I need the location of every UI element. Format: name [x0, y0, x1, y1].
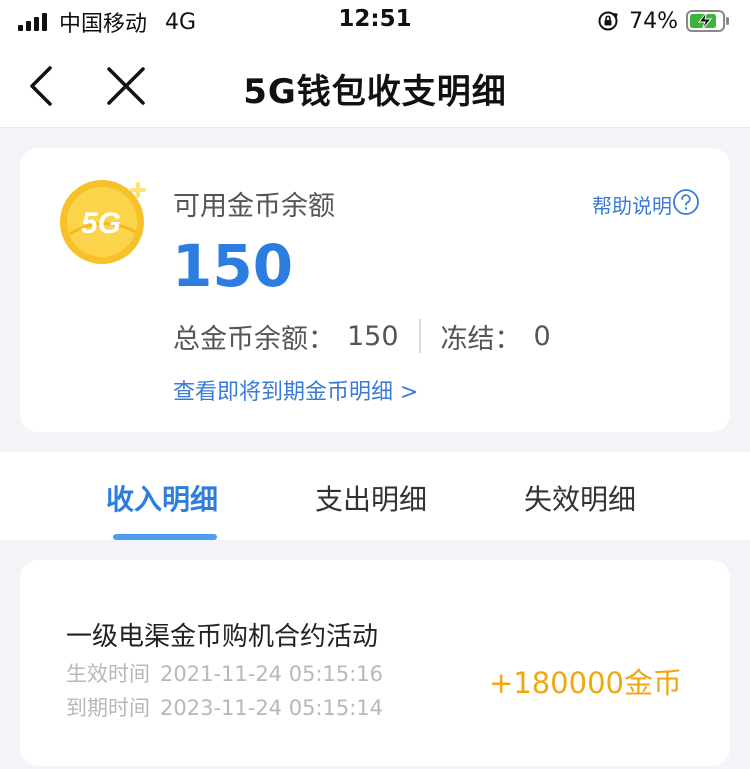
balance-totals: 总金币余额： 150 冻结： 0: [173, 316, 551, 356]
page-title: 5G钱包收支明细: [243, 72, 507, 112]
frozen-value: 0: [533, 320, 551, 352]
tab-expense[interactable]: 支出明细: [315, 478, 427, 518]
tab-income[interactable]: 收入明细: [106, 478, 218, 518]
help-link[interactable]: 帮助说明: [592, 190, 672, 219]
record-title: 一级电渠金币购机合约活动: [66, 622, 379, 652]
expire-time-label: 到期时间: [66, 696, 150, 720]
list-item[interactable]: 一级电渠金币购机合约活动 生效时间 2021-11-24 05:15:16 到期时…: [20, 560, 730, 766]
nav-bar: 5G钱包收支明细: [0, 44, 750, 128]
tab-expired[interactable]: 失效明细: [524, 478, 636, 518]
effective-time-label: 生效时间: [66, 662, 150, 686]
status-right: 74%: [597, 7, 730, 35]
total-balance-label: 总金币余额：: [173, 323, 335, 355]
coin-label: 5G: [81, 207, 121, 240]
record-amount: +180000金币: [488, 666, 682, 700]
orientation-lock-icon: [598, 11, 618, 31]
status-bar: 中国移动 4G 12:51 74%: [0, 0, 750, 44]
expire-time-value: 2023-11-24 05:15:14: [160, 696, 384, 720]
battery-percent: 74%: [629, 8, 678, 34]
available-balance-value: 150: [172, 232, 294, 300]
totals-divider: [418, 319, 421, 353]
available-balance-label: 可用金币余额: [173, 191, 335, 222]
expiring-coins-link[interactable]: 查看即将到期金币明细 >: [173, 374, 418, 406]
5g-coin-icon: 5G: [60, 180, 146, 264]
record-expire-time: 到期时间 2023-11-24 05:15:14: [66, 692, 393, 722]
frozen-label: 冻结：: [440, 323, 522, 355]
detail-tabs: 收入明细 支出明细 失效明细: [0, 452, 750, 540]
effective-time-value: 2021-11-24 05:15:16: [160, 662, 384, 686]
balance-card: 5G 可用金币余额 帮助说明 150 总金币余额： 150 冻结： 0 查看即将…: [20, 148, 730, 432]
total-balance-value: 150: [347, 320, 399, 352]
battery-charging-icon: [686, 10, 729, 32]
record-effective-time: 生效时间 2021-11-24 05:15:16: [66, 658, 393, 688]
active-tab-indicator: [113, 534, 217, 540]
question-circle-icon[interactable]: [672, 188, 700, 216]
